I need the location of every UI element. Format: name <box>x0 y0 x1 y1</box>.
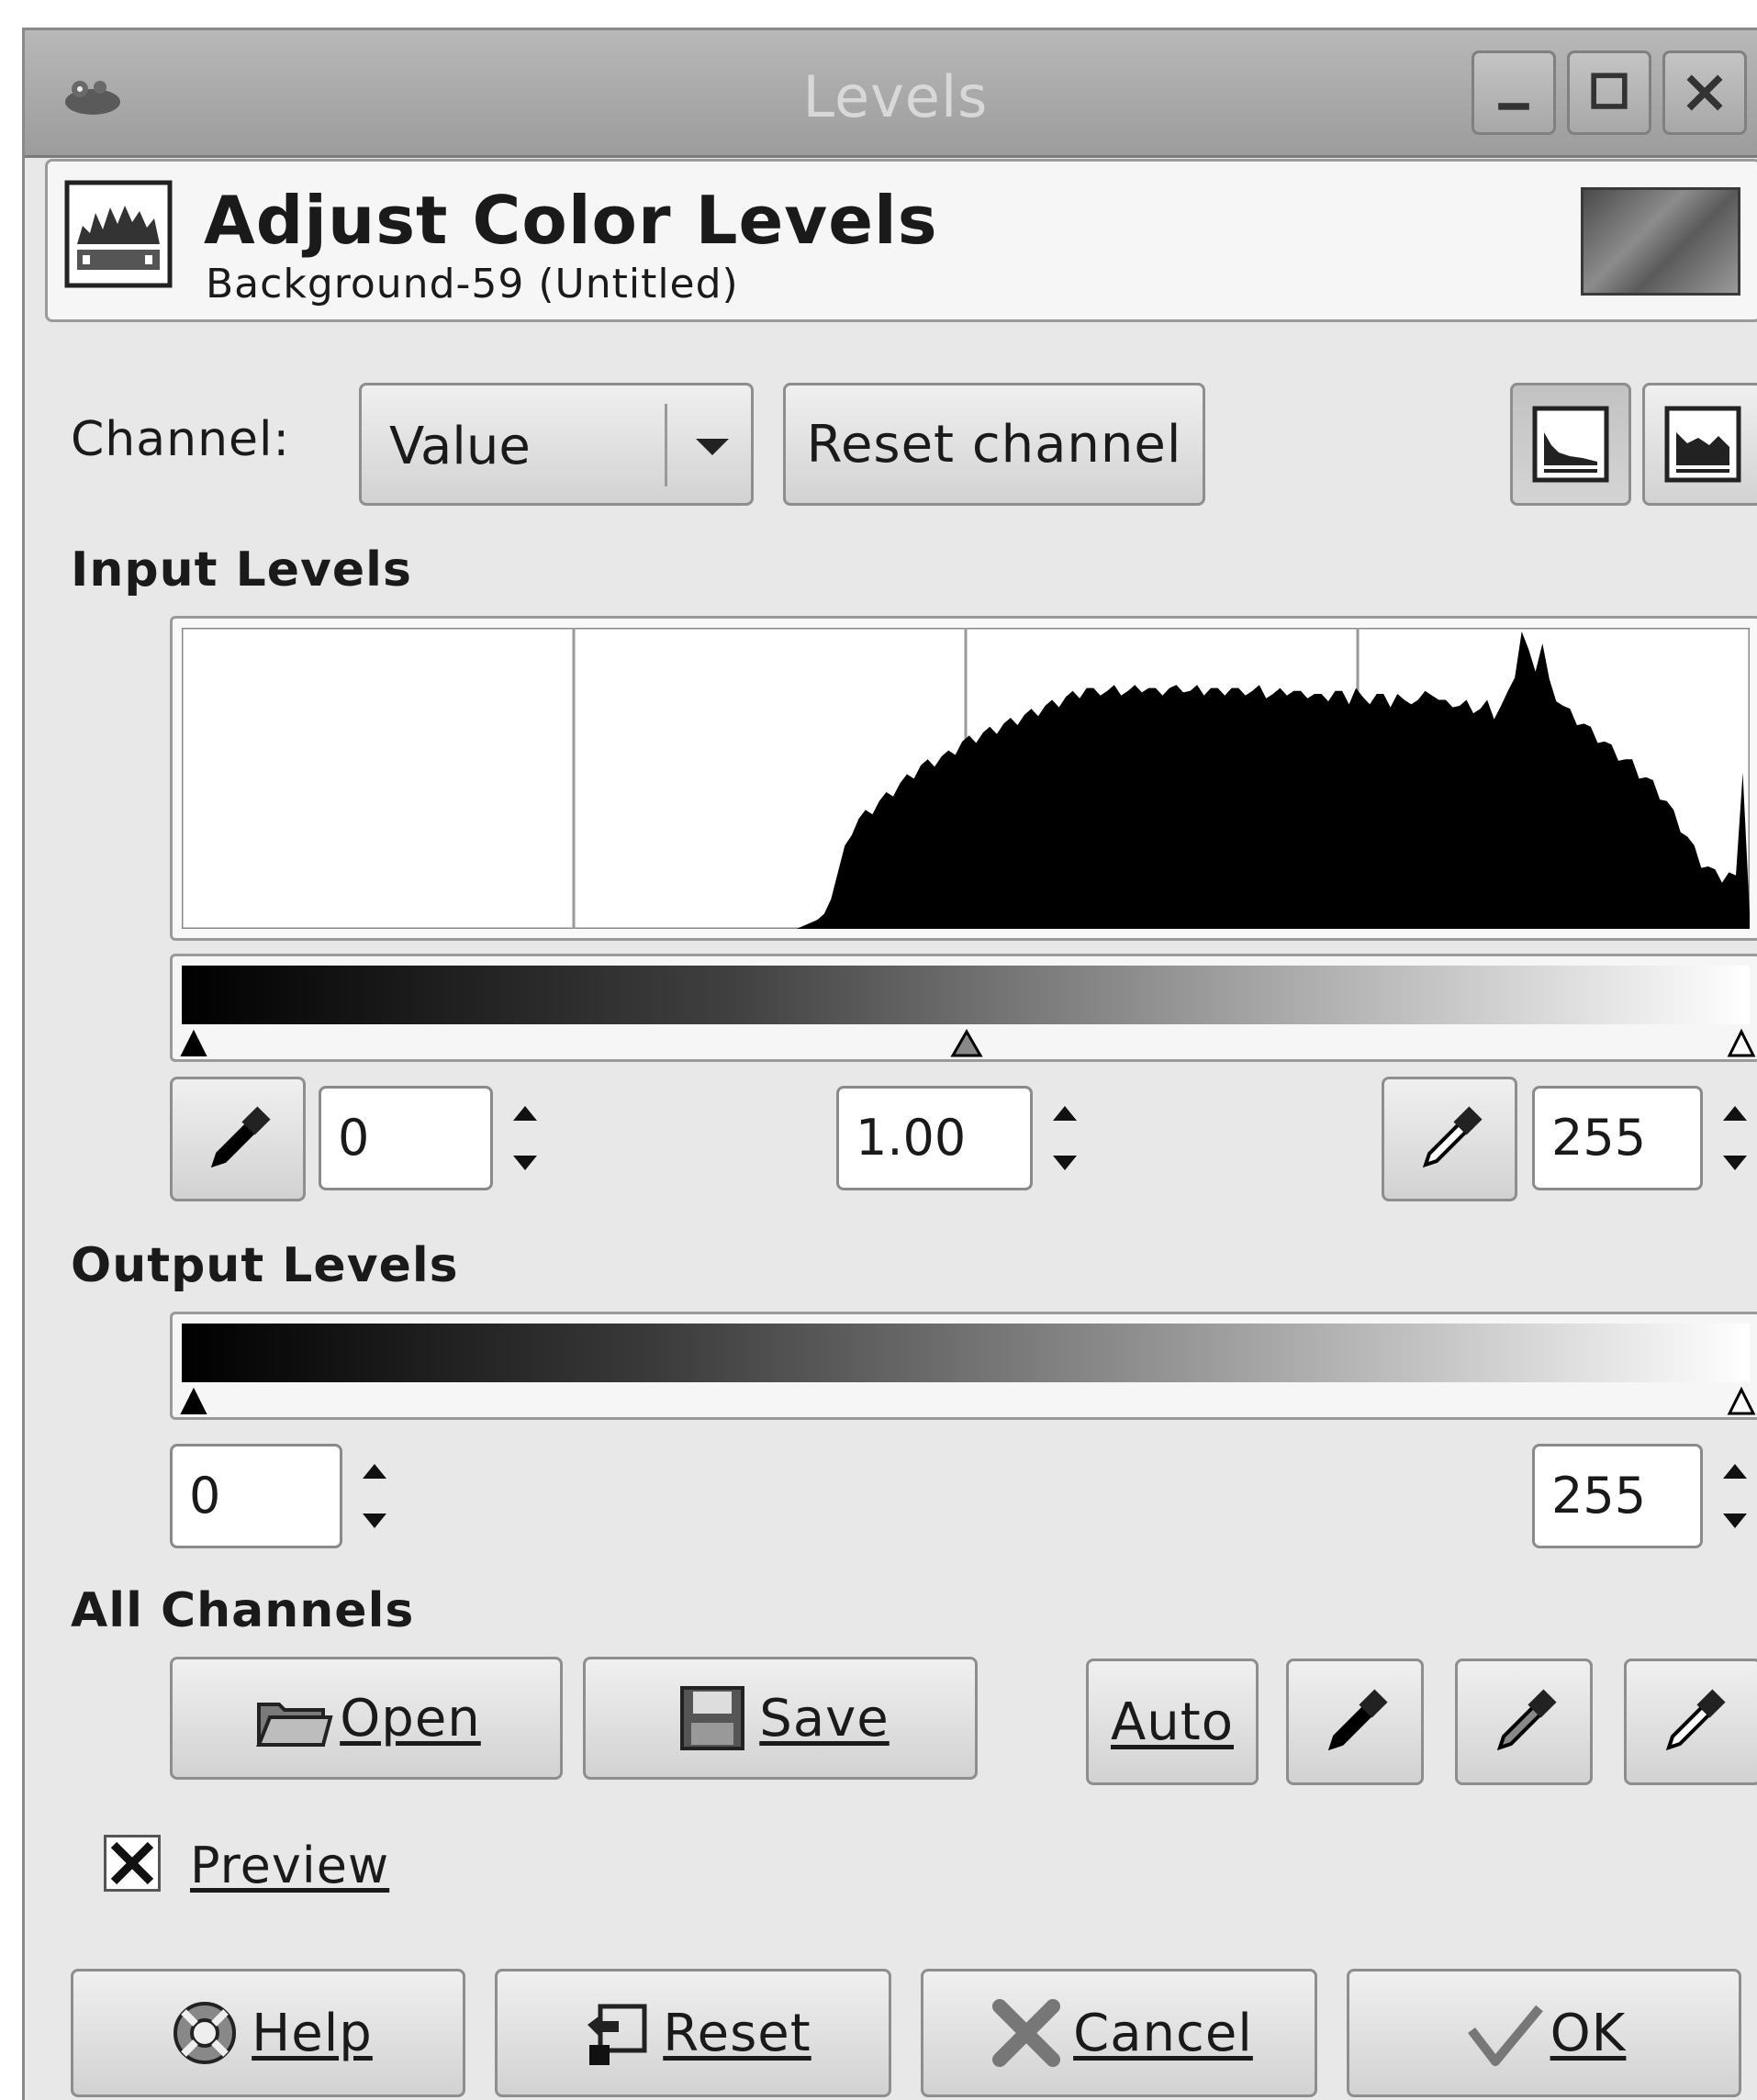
output-levels-slider[interactable] <box>170 1312 1757 1420</box>
chevron-down-icon <box>696 439 729 455</box>
input-gamma-stepper[interactable] <box>1042 1088 1088 1189</box>
cancel-label: Cancel <box>1073 2003 1253 2063</box>
log-histogram-icon <box>1664 406 1741 483</box>
cancel-x-icon <box>992 1999 1061 2067</box>
reset-channel-button[interactable]: Reset channel <box>783 383 1205 506</box>
help-label: Help <box>252 2003 373 2063</box>
image-thumbnail <box>1581 187 1740 296</box>
dialog-title: Adjust Color Levels <box>204 182 938 259</box>
channel-label: Channel: <box>71 412 291 467</box>
black-point-handle[interactable] <box>178 1028 209 1059</box>
save-button[interactable]: Save <box>583 1657 978 1780</box>
pick-white-point-button[interactable] <box>1382 1077 1517 1201</box>
output-gradient-bar <box>182 1324 1750 1382</box>
input-gradient-bar <box>182 966 1750 1024</box>
auto-pick-black-button[interactable] <box>1286 1659 1424 1785</box>
ok-button[interactable]: OK <box>1347 1969 1741 2097</box>
checkmark-icon <box>1467 2005 1543 2066</box>
output-slider-track <box>173 1382 1757 1419</box>
output-low-field[interactable]: 0 <box>170 1444 342 1548</box>
floppy-disk-icon <box>680 1686 745 1750</box>
reset-label: Reset <box>663 2003 811 2063</box>
eyedropper-white-icon <box>1665 1689 1726 1751</box>
combo-separator <box>665 404 667 486</box>
auto-pick-gray-button[interactable] <box>1455 1659 1593 1785</box>
reset-icon <box>588 2004 647 2065</box>
preview-label[interactable]: Preview <box>190 1837 389 1894</box>
input-low-stepper[interactable] <box>502 1088 548 1189</box>
help-lifebuoy-icon <box>173 2002 237 2064</box>
input-high-field[interactable]: 255 <box>1532 1086 1703 1190</box>
input-high-stepper[interactable] <box>1712 1088 1757 1189</box>
open-button[interactable]: Open <box>170 1657 563 1780</box>
output-low-handle[interactable] <box>178 1386 209 1417</box>
dialog-header: Adjust Color Levels Background-59 (Untit… <box>45 159 1757 322</box>
open-label: Open <box>340 1688 481 1748</box>
preview-checkbox[interactable] <box>104 1835 161 1892</box>
close-icon <box>1686 74 1723 111</box>
folder-open-icon <box>256 1703 333 1747</box>
gamma-handle[interactable] <box>949 1028 984 1059</box>
channel-value: Value <box>389 417 531 476</box>
eyedropper-black-icon <box>210 1106 271 1168</box>
checkmark-x-icon <box>110 1841 154 1885</box>
channel-select[interactable]: Value <box>359 383 754 506</box>
output-high-field[interactable]: 255 <box>1532 1444 1703 1548</box>
minimize-button[interactable] <box>1472 50 1556 135</box>
linear-histogram-button[interactable] <box>1510 383 1631 506</box>
reset-channel-label: Reset channel <box>806 414 1182 475</box>
dialog-subtitle: Background-59 (Untitled) <box>206 261 739 307</box>
input-slider-track <box>173 1024 1757 1061</box>
histogram-chart <box>182 628 1750 929</box>
log-histogram-button[interactable] <box>1642 383 1757 506</box>
output-low-stepper[interactable] <box>352 1446 397 1547</box>
input-levels-heading: Input Levels <box>71 542 412 598</box>
maximize-button[interactable] <box>1567 50 1651 135</box>
linear-histogram-icon <box>1532 406 1609 483</box>
white-point-handle[interactable] <box>1726 1028 1757 1059</box>
reset-button[interactable]: Reset <box>495 1969 891 2097</box>
input-gamma-field[interactable]: 1.00 <box>836 1086 1033 1190</box>
help-button[interactable]: Help <box>71 1969 465 2097</box>
histogram-view[interactable] <box>170 616 1757 941</box>
pick-black-point-button[interactable] <box>170 1077 306 1201</box>
maximize-icon <box>1591 73 1628 109</box>
ok-label: OK <box>1550 2003 1627 2063</box>
eyedropper-black-icon <box>1327 1689 1388 1751</box>
input-levels-slider[interactable] <box>170 954 1757 1062</box>
auto-button[interactable]: Auto <box>1086 1659 1259 1785</box>
title-bar[interactable]: Levels <box>25 30 1757 158</box>
auto-pick-white-button[interactable] <box>1624 1659 1757 1785</box>
output-high-handle[interactable] <box>1726 1386 1757 1417</box>
output-levels-heading: Output Levels <box>71 1238 459 1293</box>
eyedropper-white-icon <box>1422 1106 1483 1168</box>
levels-icon <box>64 180 173 288</box>
save-label: Save <box>759 1688 890 1748</box>
minimize-icon <box>1498 103 1529 110</box>
cancel-button[interactable]: Cancel <box>921 1969 1317 2097</box>
close-button[interactable] <box>1662 50 1747 135</box>
output-high-stepper[interactable] <box>1712 1446 1757 1547</box>
all-channels-heading: All Channels <box>71 1583 415 1638</box>
auto-label: Auto <box>1110 1692 1235 1752</box>
input-low-field[interactable]: 0 <box>319 1086 493 1190</box>
eyedropper-gray-icon <box>1496 1689 1557 1751</box>
levels-dialog: Levels Adjust Color Levels Background-59… <box>22 28 1757 2100</box>
